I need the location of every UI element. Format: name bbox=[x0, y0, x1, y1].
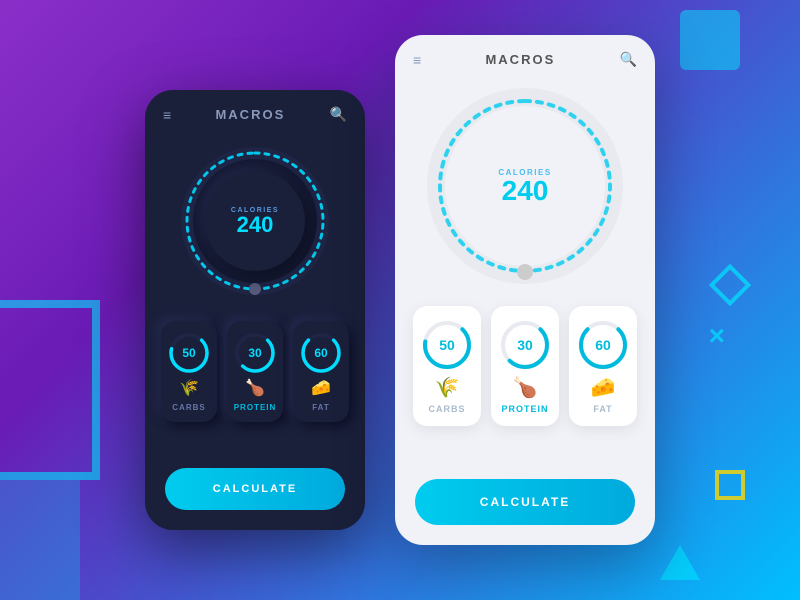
light-fat-icon: 🧀 bbox=[591, 378, 616, 398]
dark-calories-ring: CALORIES 240 bbox=[175, 141, 335, 301]
dark-fat-label: FAT bbox=[312, 403, 330, 412]
dark-macro-protein[interactable]: 30 🍗 PROTEIN bbox=[227, 321, 283, 422]
light-calories-ring: CALORIES 240 bbox=[425, 86, 625, 286]
dark-carbs-icon: 🌾 bbox=[179, 381, 199, 397]
dark-carbs-ring: 50 bbox=[167, 331, 211, 375]
dark-macro-carbs[interactable]: 50 🌾 CARBS bbox=[161, 321, 217, 422]
light-protein-value: 30 bbox=[517, 337, 533, 353]
light-protein-ring: 30 bbox=[498, 318, 552, 372]
dark-phone-header: ≡ MACROS 🔍 bbox=[145, 90, 365, 131]
light-fat-label: FAT bbox=[593, 404, 612, 414]
light-carbs-icon: 🌾 bbox=[435, 378, 460, 398]
light-calculate-button[interactable]: CALCULATE bbox=[415, 479, 635, 525]
dark-carbs-label: CARBS bbox=[172, 403, 205, 412]
light-phone-header: ≡ MACROS 🔍 bbox=[395, 35, 655, 76]
light-macros-row: 50 🌾 CARBS 30 🍗 PROTEIN bbox=[401, 306, 649, 426]
light-search-icon[interactable]: 🔍 bbox=[620, 51, 637, 68]
dark-fat-ring: 60 bbox=[299, 331, 343, 375]
light-carbs-value: 50 bbox=[439, 337, 455, 353]
dark-protein-ring: 30 bbox=[233, 331, 277, 375]
dark-protein-label: PROTEIN bbox=[234, 403, 277, 412]
dark-phone-title: MACROS bbox=[215, 107, 285, 122]
dark-ring-center: CALORIES 240 bbox=[231, 207, 279, 236]
dark-phone: ≡ MACROS 🔍 CALORIES 240 bbox=[145, 90, 365, 530]
dark-macros-row: 50 🌾 CARBS 30 🍗 PROTEIN bbox=[149, 321, 361, 422]
dark-calories-value: 240 bbox=[231, 214, 279, 236]
dark-protein-value: 30 bbox=[248, 346, 261, 360]
phones-wrapper: ≡ MACROS 🔍 CALORIES 240 bbox=[0, 0, 800, 600]
light-macro-protein[interactable]: 30 🍗 PROTEIN bbox=[491, 306, 559, 426]
light-protein-label: PROTEIN bbox=[501, 404, 548, 414]
dark-calculate-button[interactable]: CALCULATE bbox=[165, 468, 345, 510]
dark-fat-icon: 🧀 bbox=[311, 381, 331, 397]
light-ring-center: CALORIES 240 bbox=[498, 168, 551, 205]
light-menu-icon[interactable]: ≡ bbox=[413, 52, 421, 68]
light-phone: ≡ MACROS 🔍 CALORIES 240 bbox=[395, 35, 655, 545]
dark-search-icon[interactable]: 🔍 bbox=[330, 106, 347, 123]
dark-protein-icon: 🍗 bbox=[245, 381, 265, 397]
dark-menu-icon[interactable]: ≡ bbox=[163, 107, 171, 123]
dark-macro-fat[interactable]: 60 🧀 FAT bbox=[293, 321, 349, 422]
dark-fat-value: 60 bbox=[314, 346, 327, 360]
light-carbs-label: CARBS bbox=[428, 404, 465, 414]
light-carbs-ring: 50 bbox=[420, 318, 474, 372]
light-macro-fat[interactable]: 60 🧀 FAT bbox=[569, 306, 637, 426]
light-calories-value: 240 bbox=[498, 177, 551, 205]
light-protein-icon: 🍗 bbox=[513, 378, 538, 398]
light-phone-title: MACROS bbox=[485, 52, 555, 67]
dark-carbs-value: 50 bbox=[182, 346, 195, 360]
light-fat-value: 60 bbox=[595, 337, 611, 353]
light-macro-carbs[interactable]: 50 🌾 CARBS bbox=[413, 306, 481, 426]
light-fat-ring: 60 bbox=[576, 318, 630, 372]
